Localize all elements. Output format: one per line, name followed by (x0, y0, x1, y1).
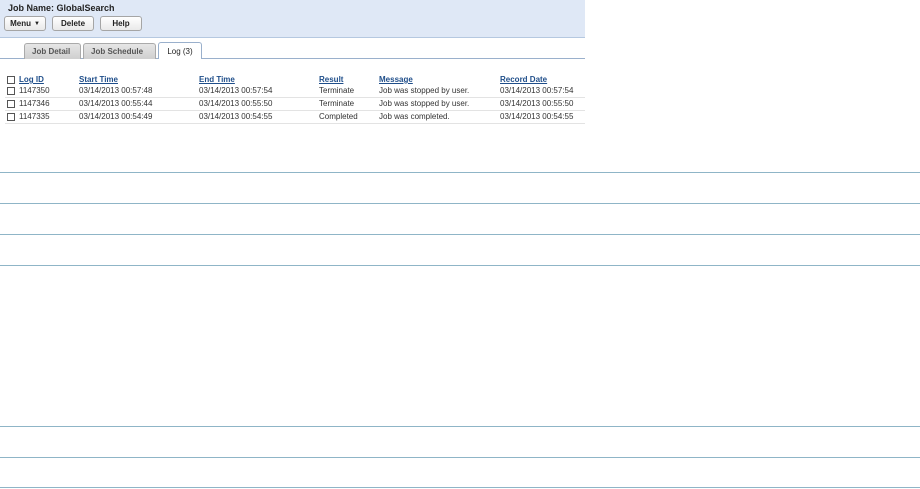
column-header-log-id[interactable]: Log ID (17, 71, 77, 84)
message-cell: Job was stopped by user. (377, 97, 498, 111)
tab-job-detail[interactable]: Job Detail (24, 43, 81, 59)
log-id-cell: 1147346 (17, 97, 77, 111)
job-title: Job Name: GlobalSearch (8, 3, 115, 13)
column-header-end-time[interactable]: End Time (197, 71, 317, 84)
log-table: Log ID Start Time End Time Result Messag… (5, 71, 585, 124)
column-header-message[interactable]: Message (377, 71, 498, 84)
divider-line (0, 172, 920, 173)
column-header-record-date[interactable]: Record Date (498, 71, 585, 84)
record-date-cell: 03/14/2013 00:55:50 (498, 97, 585, 111)
result-cell: Terminate (317, 84, 377, 98)
end-time-cell: 03/14/2013 00:54:55 (197, 110, 317, 124)
help-button[interactable]: Help (100, 16, 142, 31)
record-date-cell: 03/14/2013 00:57:54 (498, 84, 585, 98)
row-checkbox[interactable] (7, 99, 15, 108)
divider-line (0, 234, 920, 235)
table-row: 1147346 03/14/2013 00:55:44 03/14/2013 0… (5, 97, 585, 111)
menu-button[interactable]: Menu ▼ (4, 16, 46, 31)
message-cell: Job was completed. (377, 110, 498, 124)
job-header-panel: Job Name: GlobalSearch Menu ▼ Delete Hel… (0, 0, 585, 38)
divider-line (0, 457, 920, 458)
end-time-cell: 03/14/2013 00:57:54 (197, 84, 317, 98)
start-time-cell: 03/14/2013 00:54:49 (77, 110, 197, 124)
start-time-cell: 03/14/2013 00:57:48 (77, 84, 197, 98)
table-row: 1147335 03/14/2013 00:54:49 03/14/2013 0… (5, 110, 585, 124)
start-time-cell: 03/14/2013 00:55:44 (77, 97, 197, 111)
tab-bar: Job Detail Job Schedule Log (3) (0, 40, 585, 59)
message-cell: Job was stopped by user. (377, 84, 498, 98)
record-date-cell: 03/14/2013 00:54:55 (498, 110, 585, 124)
table-header-row: Log ID Start Time End Time Result Messag… (5, 71, 585, 84)
divider-line (0, 265, 920, 266)
table-row: 1147350 03/14/2013 00:57:48 03/14/2013 0… (5, 84, 585, 98)
log-id-cell: 1147350 (17, 84, 77, 98)
divider-line (0, 487, 920, 488)
select-all-checkbox[interactable] (7, 75, 15, 84)
chevron-down-icon: ▼ (33, 20, 40, 27)
column-header-start-time[interactable]: Start Time (77, 71, 197, 84)
row-checkbox[interactable] (7, 112, 15, 121)
tab-job-schedule[interactable]: Job Schedule (83, 43, 156, 59)
result-cell: Completed (317, 110, 377, 124)
tab-log[interactable]: Log (3) (158, 42, 202, 59)
divider-line (0, 426, 920, 427)
toolbar: Menu ▼ Delete Help (4, 16, 142, 31)
column-header-result[interactable]: Result (317, 71, 377, 84)
menu-button-label: Menu (10, 19, 31, 28)
end-time-cell: 03/14/2013 00:55:50 (197, 97, 317, 111)
result-cell: Terminate (317, 97, 377, 111)
row-checkbox[interactable] (7, 86, 15, 95)
log-id-cell: 1147335 (17, 110, 77, 124)
delete-button[interactable]: Delete (52, 16, 94, 31)
divider-line (0, 203, 920, 204)
